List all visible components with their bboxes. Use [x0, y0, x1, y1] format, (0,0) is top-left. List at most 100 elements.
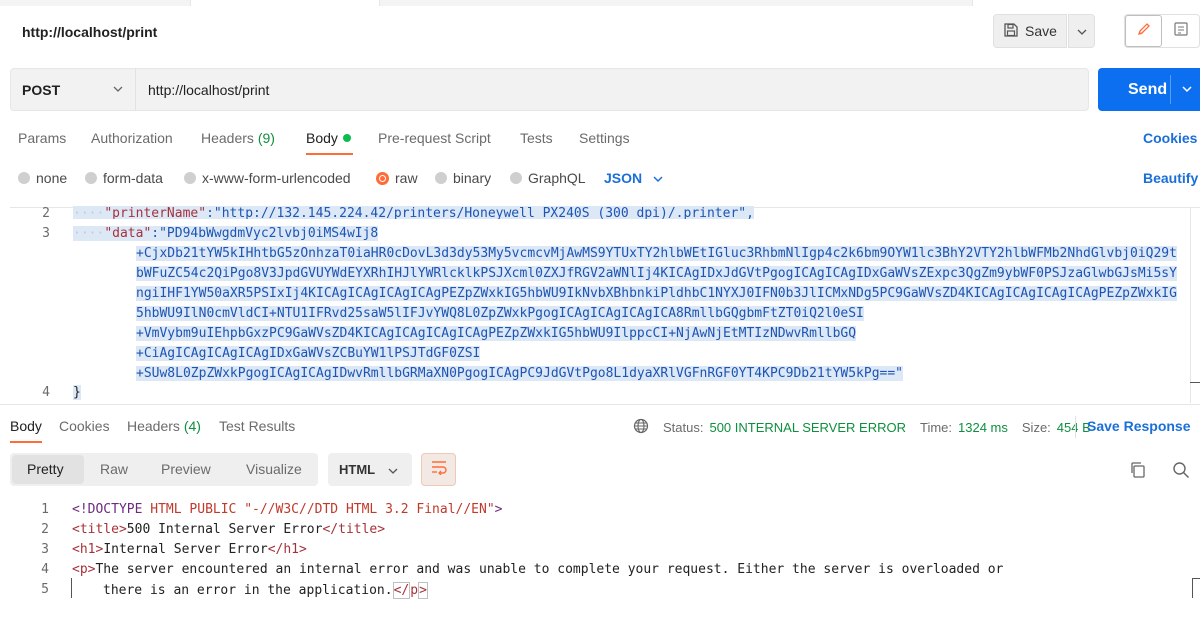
- code-wrap-line: +CjxDb21tYW5kIHhtbG5zOnhzaT0iaHR0cDovL3d…: [136, 246, 1177, 261]
- radio-binary[interactable]: binary: [435, 170, 491, 186]
- radio-circle: [435, 172, 447, 184]
- tab-headers-count: (9): [257, 130, 275, 146]
- code-wrap-line: +SUw8L0ZpZWxkPgogICAgICAgIDwvRmllbGRMaXN…: [136, 366, 904, 381]
- edit-mode-button[interactable]: [1125, 15, 1162, 47]
- send-options-chevron-icon[interactable]: [1180, 82, 1194, 101]
- indent-dots: ····: [73, 226, 105, 241]
- resp-code-line-4: <p>The server encountered an internal er…: [72, 562, 1003, 577]
- response-format-select[interactable]: HTML: [328, 453, 412, 486]
- resp-tab-test-results[interactable]: Test Results: [219, 418, 295, 434]
- tab-params[interactable]: Params: [18, 130, 66, 146]
- save-dropdown-button[interactable]: [1068, 14, 1095, 48]
- data-chunk: +CjxDb21tYW5kIHhtbG5zOnhzaT0iaHR0cDovL3d…: [136, 246, 1177, 261]
- radio-form-data[interactable]: form-data: [85, 170, 163, 186]
- resp-tab-body[interactable]: Body: [10, 418, 42, 434]
- editor-mode-toggle: [1124, 14, 1200, 48]
- body-indicator-dot: [342, 134, 351, 142]
- tag-open: <h1>: [72, 542, 104, 557]
- text: 500 Internal Server Error: [126, 522, 323, 537]
- response-format-label: HTML: [339, 462, 376, 477]
- radio-urlencoded-label: x-www-form-urlencoded: [202, 170, 351, 186]
- url-input[interactable]: http://localhost/print: [148, 82, 269, 98]
- radio-urlencoded[interactable]: x-www-form-urlencoded: [184, 170, 351, 186]
- data-chunk: +VmVybm9uIEhpbGxzPC9GaWVsZD4KICAgICAgICA…: [136, 326, 857, 341]
- comments-button[interactable]: [1162, 15, 1199, 47]
- search-icon[interactable]: [1172, 461, 1190, 484]
- radio-graphql[interactable]: GraphQL: [510, 170, 586, 186]
- tab-authorization[interactable]: Authorization: [91, 130, 173, 146]
- tag-open: <p>: [72, 562, 96, 577]
- resp-tab-cookies[interactable]: Cookies: [59, 418, 110, 434]
- response-scrollbar[interactable]: [1192, 578, 1200, 598]
- tag-bracket: </: [393, 583, 410, 598]
- globe-icon[interactable]: [633, 418, 649, 437]
- request-title[interactable]: http://localhost/print: [22, 24, 157, 40]
- code-line-2[interactable]: ····"printerName":"http://132.145.224.42…: [73, 206, 754, 219]
- view-raw[interactable]: Raw: [100, 461, 128, 477]
- doctype-attr: HTML PUBLIC: [150, 502, 245, 517]
- resp-code-line-1: <!DOCTYPE HTML PUBLIC "-//W3C//DTD HTML …: [72, 502, 502, 517]
- tab-settings[interactable]: Settings: [579, 130, 630, 146]
- tab-strip-segment: [190, 0, 380, 6]
- status-value: 500 INTERNAL SERVER ERROR: [709, 420, 906, 435]
- radio-none[interactable]: none: [18, 170, 67, 186]
- code-line-4[interactable]: }: [73, 385, 81, 400]
- resp-code-line-2: <title>500 Internal Server Error</title>: [72, 522, 385, 537]
- radio-raw-label: raw: [395, 170, 418, 186]
- tab-body[interactable]: Body: [306, 130, 351, 146]
- line-number: 4: [42, 385, 50, 400]
- cookies-link[interactable]: Cookies: [1143, 130, 1197, 146]
- line-number: 3: [41, 542, 49, 557]
- wrap-lines-icon: [430, 459, 448, 480]
- tab-prerequest-script[interactable]: Pre-request Script: [378, 130, 491, 146]
- tab-strip-segment: [972, 0, 1200, 6]
- code-line-3[interactable]: ····"data":"PD94bWwgdmVyc2lvbj0iMS4wIj8: [73, 226, 379, 241]
- radio-none-label: none: [36, 170, 68, 186]
- indent-dots: ····: [73, 206, 105, 219]
- radio-circle-selected: [376, 171, 389, 185]
- editor-scrollbar[interactable]: [1190, 208, 1191, 403]
- resp-active-underline: [10, 441, 42, 443]
- tab-headers-label: Headers: [201, 130, 254, 146]
- save-label: Save: [1025, 23, 1057, 39]
- resp-tab-headers-label: Headers: [127, 418, 180, 434]
- scrollbar-thumb[interactable]: [1190, 382, 1200, 383]
- view-preview[interactable]: Preview: [161, 461, 211, 477]
- data-chunk: +SUw8L0ZpZWxkPgogICAgICAgIDwvRmllbGRMaXN…: [136, 366, 904, 381]
- line-number: 3: [42, 226, 50, 241]
- chevron-down-icon: [1077, 22, 1087, 40]
- tag-close: >: [494, 502, 503, 517]
- radio-raw[interactable]: raw: [376, 170, 418, 186]
- tag-open: <title>: [72, 522, 127, 537]
- view-visualize[interactable]: Visualize: [246, 461, 302, 477]
- pencil-icon: [1136, 21, 1152, 42]
- wrap-lines-button[interactable]: [421, 453, 456, 486]
- data-chunk: 5hbWU9IlN0cmVldCI+NTU1IFRvd25saW5lIFJvYW…: [136, 306, 864, 321]
- code-wrap-line: ngiIHF1YW50aXR5PSIxIj4KICAgICAgICAgICAgP…: [136, 286, 1177, 301]
- response-meta: Status: 500 INTERNAL SERVER ERROR Time: …: [633, 418, 1091, 437]
- tag-bracket-highlight: >: [418, 582, 428, 599]
- resp-code-line-5: there is an error in the application.</p…: [103, 582, 428, 599]
- save-response-button[interactable]: Save Response: [1087, 418, 1200, 434]
- line-number: 1: [41, 502, 49, 517]
- beautify-link[interactable]: Beautify: [1143, 170, 1198, 186]
- copy-icon[interactable]: [1129, 461, 1147, 484]
- radio-circle: [85, 172, 97, 184]
- tag-close: </title>: [322, 522, 386, 537]
- code-wrap-line: +CiAgICAgICAgICAgIDxGaWVsZCBuYW1lPSJTdGF…: [136, 346, 481, 361]
- body-format-select[interactable]: JSON: [604, 170, 642, 186]
- line-number: 2: [41, 522, 49, 537]
- view-pretty[interactable]: Pretty: [27, 461, 64, 477]
- floppy-icon: [1003, 22, 1019, 41]
- resp-tab-headers[interactable]: Headers (4): [127, 418, 201, 434]
- comment-icon: [1173, 21, 1189, 42]
- tag-close-highlight: </: [392, 582, 411, 599]
- radio-circle: [184, 172, 196, 184]
- data-chunk: bWFuZC54c2QiPgo8V3JpdGVUYWdEYXRhIHJlYWRl…: [136, 266, 1177, 281]
- active-tab-underline: [306, 153, 353, 155]
- tag-close: </h1>: [267, 542, 307, 557]
- tab-tests[interactable]: Tests: [520, 130, 553, 146]
- doctype-string: "-//W3C//DTD HTML 3.2 Final//EN": [244, 502, 495, 517]
- tab-headers[interactable]: Headers (9): [201, 130, 275, 146]
- save-button[interactable]: Save: [993, 14, 1067, 48]
